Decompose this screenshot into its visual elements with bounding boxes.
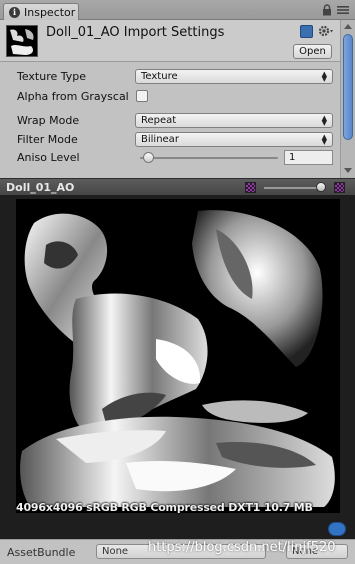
scroll-down-arrow-icon[interactable] <box>344 168 352 173</box>
filter-mode-value: Bilinear <box>141 134 179 145</box>
aniso-slider-knob[interactable] <box>143 152 154 163</box>
asset-bundle-label: AssetBundle <box>7 546 76 559</box>
filter-mode-dropdown[interactable]: Bilinear ▲ ▼ <box>135 132 333 147</box>
texture-type-row: Texture Type Texture ▲ ▼ <box>0 69 340 85</box>
aniso-level-field[interactable]: 1 <box>284 150 333 165</box>
aniso-slider-track[interactable] <box>140 157 278 159</box>
texture-thumbnail <box>6 25 38 57</box>
alpha-grayscale-row: Alpha from Grayscal <box>0 89 340 105</box>
tab-label: Inspector <box>24 5 76 19</box>
import-settings: Texture Type Texture ▲ ▼ Alpha from Grays… <box>0 62 340 178</box>
wrap-mode-value: Repeat <box>141 115 177 126</box>
inspector-header: Doll_01_AO Import Settings Open <box>0 20 340 62</box>
wrap-mode-dropdown[interactable]: Repeat ▲ ▼ <box>135 113 333 128</box>
preview-title: Doll_01_AO <box>6 181 75 194</box>
texture-type-dropdown[interactable]: Texture ▲ ▼ <box>135 69 333 84</box>
lock-icon[interactable] <box>322 4 332 16</box>
aniso-level-row: Aniso Level 1 <box>0 150 340 166</box>
alpha-toggle-icon[interactable] <box>334 182 345 193</box>
menu-icon[interactable] <box>337 5 349 15</box>
mip-slider-track[interactable] <box>264 187 324 189</box>
open-button[interactable]: Open <box>293 44 332 59</box>
wrap-mode-row: Wrap Mode Repeat ▲ ▼ <box>0 113 340 129</box>
texture-info-text: 4096x4096 sRGB RGB Compressed DXT1 10.7 … <box>16 501 313 514</box>
label-tag-icon[interactable] <box>328 522 346 536</box>
mip-slider-knob[interactable] <box>316 182 326 192</box>
tab-bar: i Inspector <box>0 0 355 20</box>
filter-mode-label: Filter Mode <box>17 133 78 146</box>
updown-arrow-icon: ▲ ▼ <box>321 70 327 83</box>
texture-type-value: Texture <box>141 71 178 82</box>
alpha-grayscale-label: Alpha from Grayscal <box>17 90 129 103</box>
rgb-toggle-icon[interactable] <box>245 182 256 193</box>
filter-mode-row: Filter Mode Bilinear ▲ ▼ <box>0 132 340 148</box>
aniso-level-label: Aniso Level <box>17 151 80 164</box>
tab-inspector[interactable]: i Inspector <box>3 3 79 20</box>
info-icon: i <box>9 6 20 18</box>
asset-title: Doll_01_AO Import Settings <box>46 25 225 40</box>
alpha-grayscale-checkbox[interactable] <box>136 90 148 102</box>
texture-type-label: Texture Type <box>17 70 87 83</box>
wrap-mode-label: Wrap Mode <box>17 114 80 127</box>
texture-image <box>16 199 340 513</box>
inspector-scrollbar[interactable] <box>340 20 355 178</box>
updown-arrow-icon: ▲ ▼ <box>321 133 327 146</box>
scroll-up-arrow-icon[interactable] <box>344 24 352 29</box>
watermark-text: https://blog.csdn.net/linjf520 <box>148 540 336 555</box>
book-icon[interactable] <box>300 25 313 38</box>
gear-icon[interactable] <box>318 24 334 38</box>
scroll-thumb[interactable] <box>343 34 353 140</box>
texture-preview: 4096x4096 sRGB RGB Compressed DXT1 10.7 … <box>0 195 355 539</box>
preview-header: Doll_01_AO <box>0 178 355 195</box>
updown-arrow-icon: ▲ ▼ <box>321 114 327 127</box>
